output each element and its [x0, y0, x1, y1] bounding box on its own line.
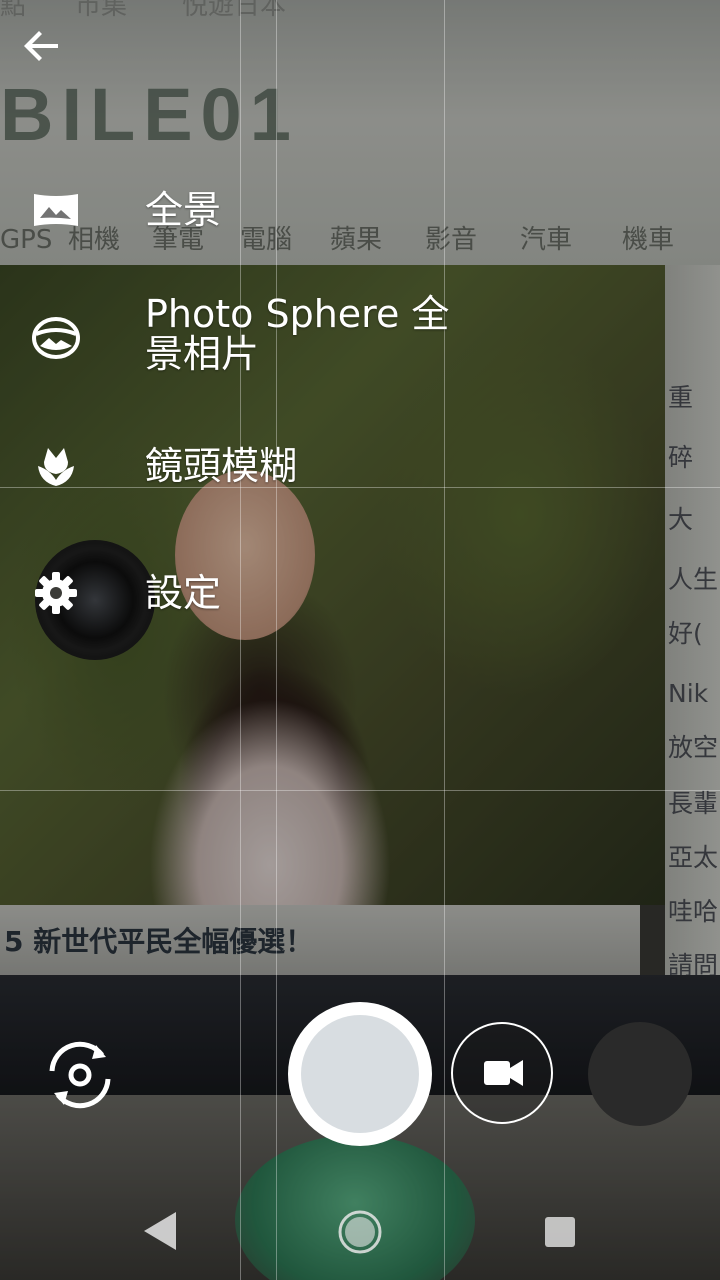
- menu-item-label: 鏡頭模糊: [145, 444, 298, 488]
- menu-item-label: Photo Sphere 全景相片: [145, 292, 450, 376]
- nav-recents-button[interactable]: [542, 1214, 578, 1250]
- nav-home-button[interactable]: [336, 1208, 384, 1256]
- switch-camera-icon: [49, 1041, 111, 1109]
- nav-home-icon: [338, 1210, 382, 1254]
- nav-back-icon: [144, 1212, 176, 1250]
- grid-line: [0, 790, 720, 791]
- gallery-thumbnail[interactable]: [588, 1022, 692, 1126]
- back-button[interactable]: [18, 22, 66, 70]
- video-mode-button[interactable]: [451, 1022, 553, 1124]
- nav-back-button[interactable]: [140, 1208, 182, 1254]
- menu-item-label: 設定: [145, 571, 222, 615]
- menu-item-lens-blur[interactable]: 鏡頭模糊: [0, 436, 470, 496]
- photo-sphere-icon: [30, 312, 82, 364]
- nav-recents-icon: [545, 1217, 575, 1247]
- arrow-left-icon: [24, 31, 58, 61]
- shutter-icon: [301, 1015, 419, 1133]
- lens-blur-icon: [30, 440, 82, 492]
- menu-item-panorama[interactable]: 全景: [0, 180, 470, 240]
- switch-camera-button[interactable]: [40, 1035, 120, 1115]
- menu-item-label: 全景: [145, 188, 222, 232]
- menu-item-photo-sphere[interactable]: Photo Sphere 全景相片: [0, 292, 470, 388]
- shutter-button[interactable]: [288, 1002, 432, 1146]
- video-camera-icon: [484, 1060, 523, 1086]
- menu-item-settings[interactable]: 設定: [0, 563, 470, 623]
- panorama-icon: [30, 184, 82, 236]
- settings-gear-icon: [30, 567, 82, 619]
